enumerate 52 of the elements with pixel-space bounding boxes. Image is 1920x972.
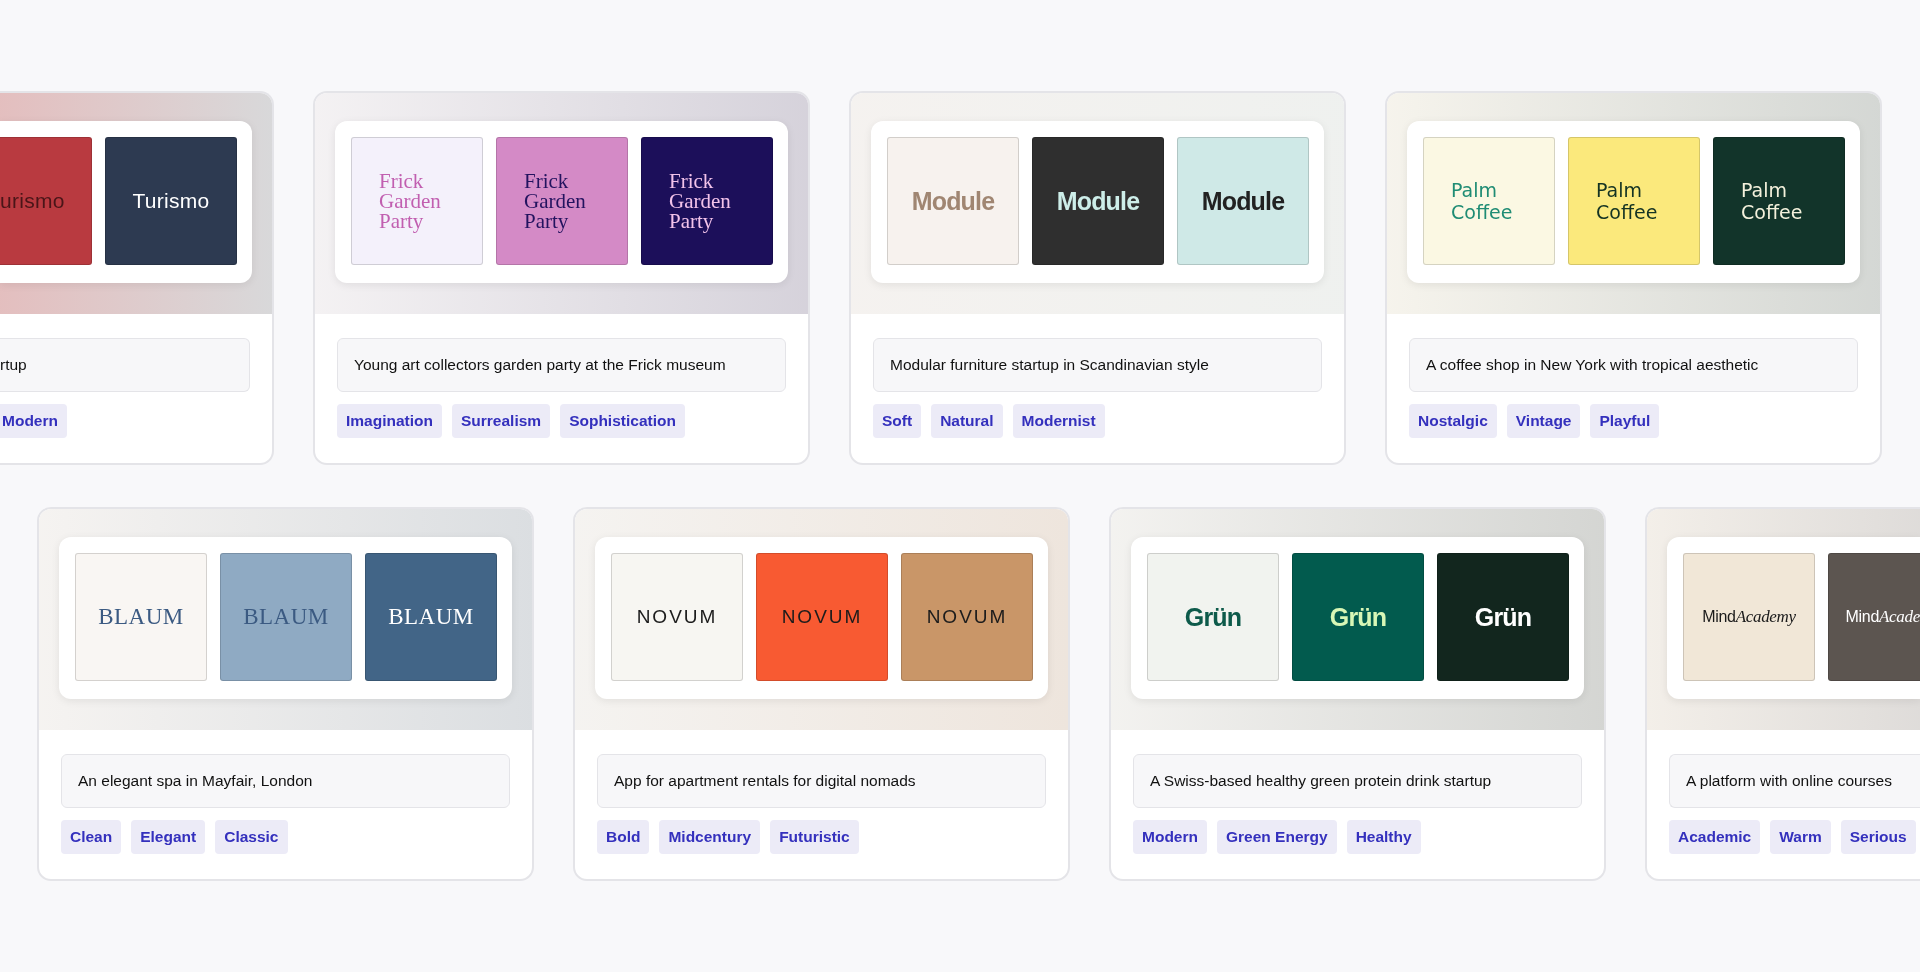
style-tag[interactable]: Modern [1133, 820, 1207, 854]
style-tag[interactable]: Serious [1840, 820, 1916, 854]
style-tag[interactable]: Bold [597, 820, 650, 854]
style-tag[interactable]: Midcentury [659, 820, 761, 854]
style-tag[interactable]: Sophistication [560, 404, 685, 438]
logo-text: Grün [1329, 602, 1387, 632]
logo-text: Grün [1474, 602, 1532, 632]
logo-text: Palm Coffee [1596, 179, 1659, 223]
description-field: rtup [0, 338, 250, 392]
style-tag[interactable]: Warm [1770, 820, 1831, 854]
logo-text: MindAcademy [1702, 607, 1796, 627]
style-tag[interactable]: Classic [215, 820, 288, 854]
style-tag[interactable]: Clean [61, 820, 122, 854]
logo-text: NOVUM [636, 606, 718, 628]
logo-text: Module [1056, 186, 1140, 216]
logo-text: urismo [0, 189, 65, 213]
logo-text: Module [1201, 186, 1285, 216]
style-tag[interactable]: Futuristic [770, 820, 859, 854]
style-tag[interactable]: Soft [873, 404, 922, 438]
description-field: A platform with online courses [1669, 754, 1920, 808]
style-tag[interactable]: Modern [0, 404, 67, 438]
logo-text: Module [911, 186, 995, 216]
logo-text: MindAcade [1845, 607, 1920, 627]
style-tag[interactable]: Academic [1669, 820, 1761, 854]
logo-text: Grün [1184, 602, 1242, 632]
style-tag[interactable]: Imagination [337, 404, 442, 438]
logo-text: Frick Garden Party [524, 171, 587, 231]
logo-text: Frick Garden Party [379, 171, 442, 231]
description-field: A coffee shop in New York with tropical aesthetic [1409, 338, 1858, 392]
style-tag[interactable]: Nostalgic [1409, 404, 1497, 438]
logo-text: Palm Coffee [1741, 179, 1804, 223]
logo-text: NOVUM [781, 606, 863, 628]
logo-text: Palm Coffee [1451, 179, 1514, 223]
style-tag[interactable]: Playful [1590, 404, 1660, 438]
logo-text: Turismo [132, 189, 210, 213]
style-tag[interactable]: Natural [931, 404, 1003, 438]
style-tag[interactable]: Healthy [1346, 820, 1421, 854]
description-field: A Swiss-based healthy green protein drink startup [1133, 754, 1582, 808]
description-field: Young art collectors garden party at the Frick museum [337, 338, 786, 392]
style-tag[interactable]: Surrealism [452, 404, 551, 438]
logo-text: BLAUM [243, 604, 329, 630]
description-field: An elegant spa in Mayfair, London [61, 754, 510, 808]
logo-text: BLAUM [98, 604, 184, 630]
description-field: Modular furniture startup in Scandinavian style [873, 338, 1322, 392]
style-tag[interactable]: Vintage [1506, 404, 1581, 438]
logo-text: Frick Garden Party [669, 171, 732, 231]
description-field: App for apartment rentals for digital nomads [597, 754, 1046, 808]
logo-text: BLAUM [388, 604, 474, 630]
logo-text: NOVUM [926, 606, 1008, 628]
style-tag[interactable]: Green Energy [1216, 820, 1337, 854]
style-tag[interactable]: Modernist [1012, 404, 1105, 438]
style-tag[interactable]: Elegant [131, 820, 206, 854]
